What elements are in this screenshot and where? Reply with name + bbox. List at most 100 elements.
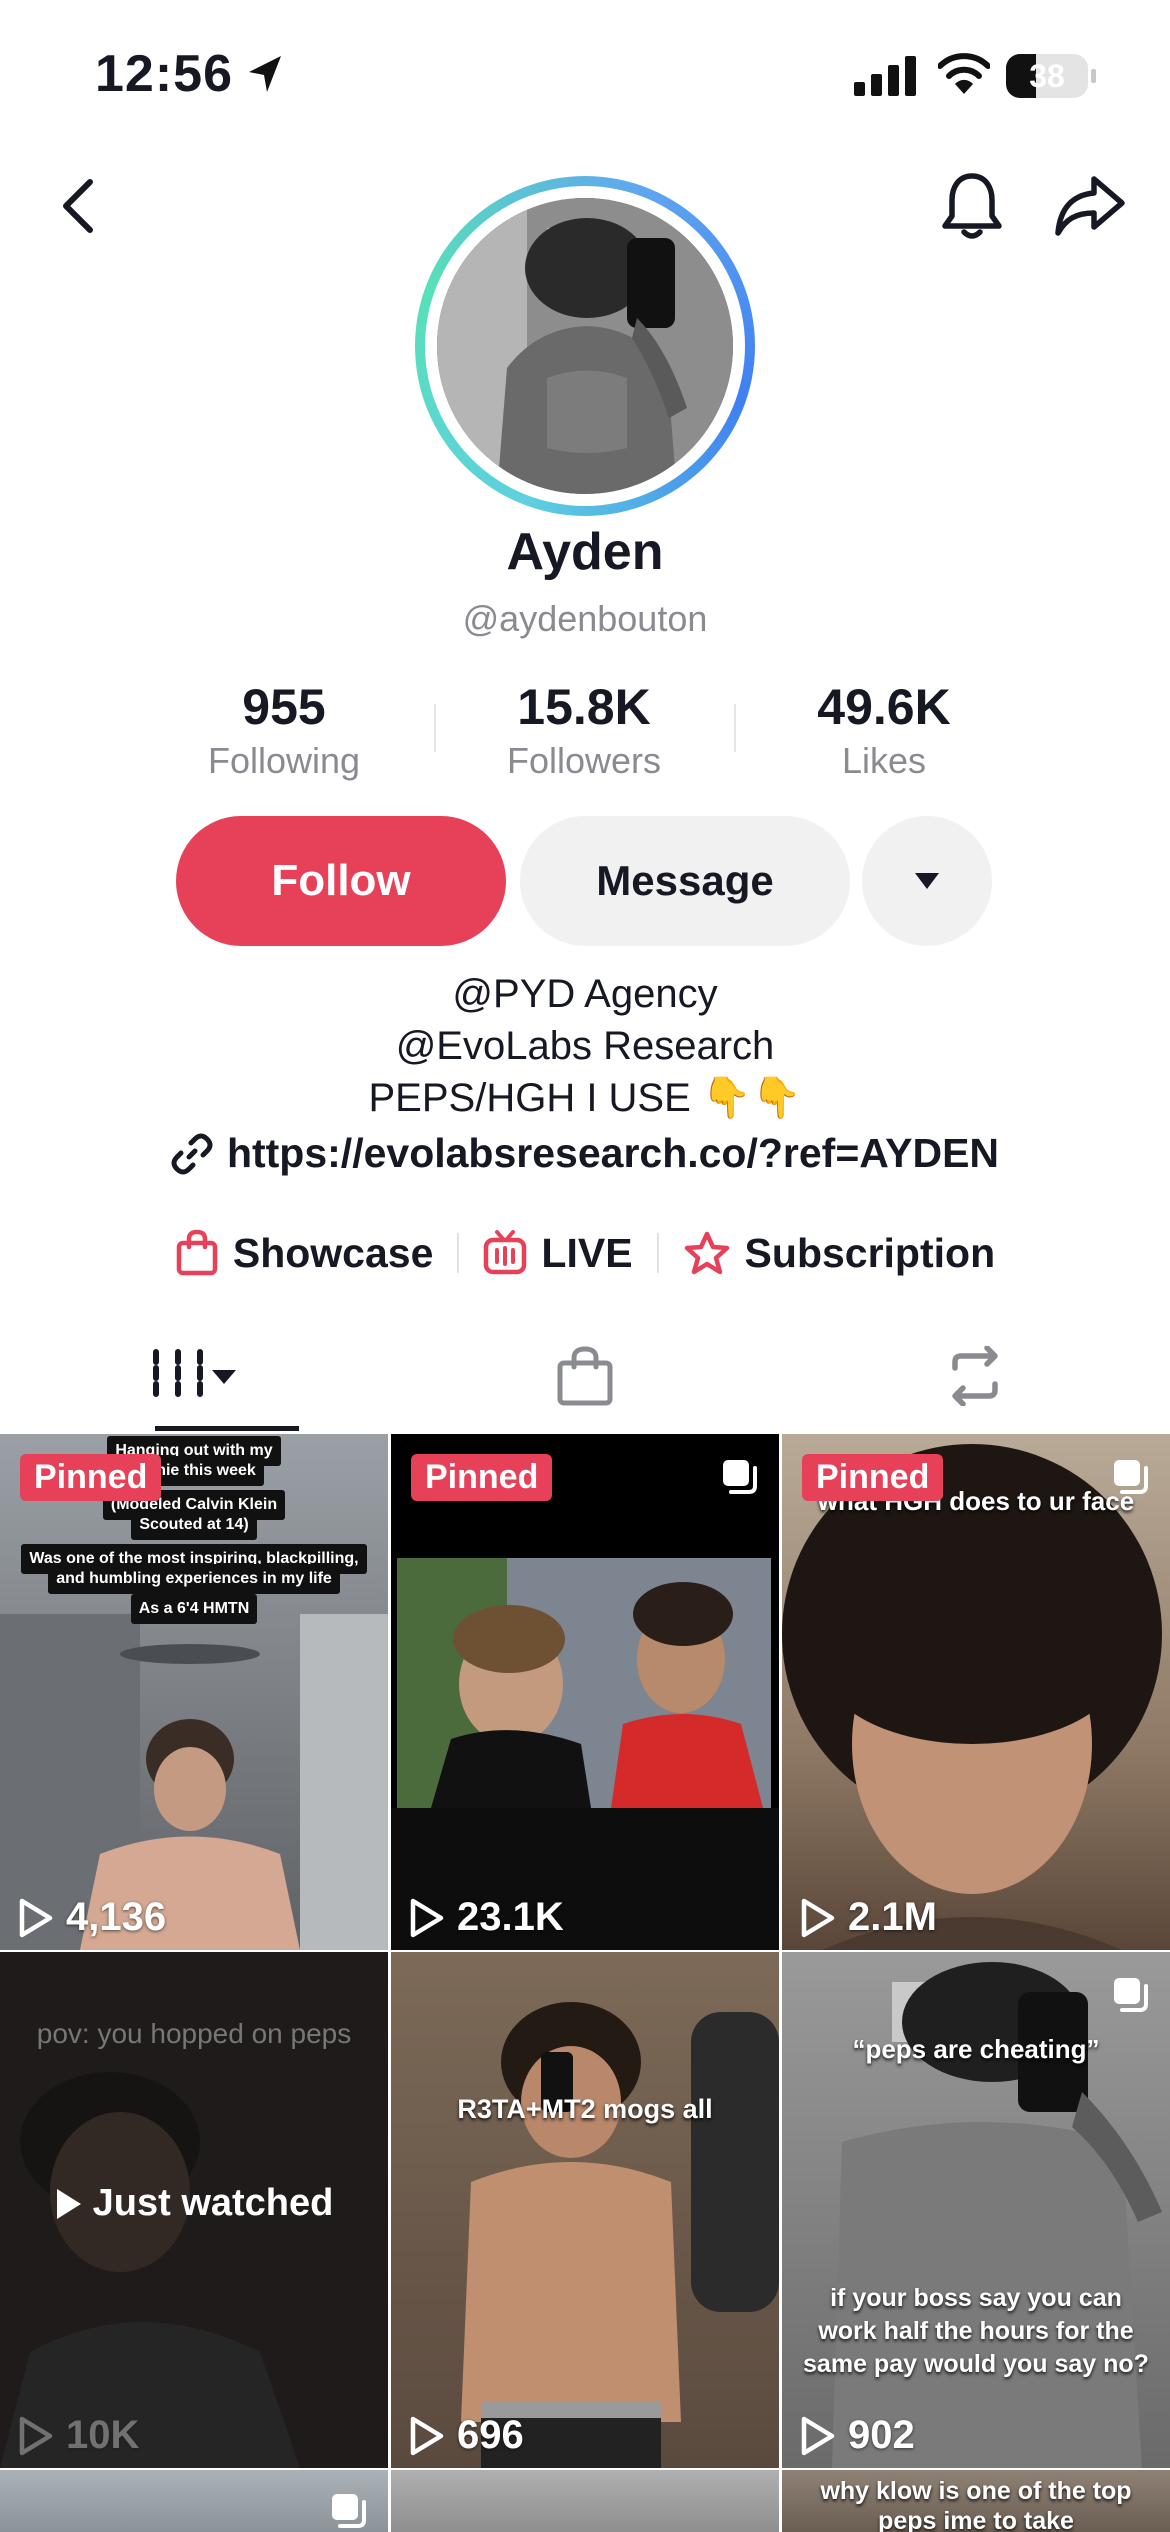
play-icon [801, 1898, 835, 1937]
view-count-value: 902 [848, 2413, 915, 2457]
share-arrow-icon [1055, 176, 1125, 236]
view-count-value: 23.1K [457, 1895, 564, 1939]
view-count: 902 [800, 2413, 915, 2458]
live-button[interactable]: LIVE [459, 1230, 656, 1277]
active-tab-indicator [155, 1426, 299, 1431]
bio-link-text: https://evolabsresearch.co/?ref=AYDEN [226, 1130, 1000, 1176]
tab-shop[interactable] [390, 1320, 780, 1432]
just-watched-label: Just watched [92, 2182, 334, 2224]
view-count-value: 10K [66, 2413, 140, 2457]
pinned-badge: Pinned [802, 1454, 944, 1501]
video-thumbnail[interactable]: “peps are cheating” if your boss say you… [782, 1952, 1170, 2468]
location-arrow-icon [249, 56, 281, 92]
pinned-badge: Pinned [411, 1454, 553, 1501]
stat-likes-label: Likes [841, 740, 927, 781]
repost-icon [952, 1346, 998, 1406]
video-caption: As a 6'4 HMTN [130, 1594, 258, 1624]
live-tv-icon [484, 1230, 527, 1275]
pinned-badge: Pinned [20, 1454, 162, 1501]
bio-link[interactable]: https://evolabsresearch.co/?ref=AYDEN [0, 1130, 1170, 1177]
message-button[interactable]: Message [520, 816, 850, 946]
share-button[interactable] [1050, 166, 1130, 246]
stat-followers-value: 15.8K [517, 679, 651, 735]
status-time: 12:56 [95, 45, 233, 103]
video-caption-secondary: if your boss say you can work half the h… [803, 2284, 1149, 2378]
view-count-value: 2.1M [848, 1895, 937, 1939]
view-count: 23.1K [409, 1895, 564, 1940]
chevron-left-icon [63, 179, 93, 233]
wifi-icon [938, 53, 990, 94]
view-count-value: 4,136 [66, 1895, 167, 1939]
play-icon [410, 2416, 444, 2455]
avatar-photo [437, 198, 733, 494]
battery-level: 38 [1029, 58, 1065, 94]
video-thumbnail[interactable]: pov: you hopped on peps Just watched 10K [0, 1952, 388, 2468]
stat-followers-label: Followers [506, 740, 662, 781]
view-count: 10K [18, 2413, 139, 2458]
video-thumbnail[interactable]: what HGH does to ur face Pinned 2.1M [782, 1434, 1170, 1950]
play-icon [801, 2416, 835, 2455]
video-thumbnail[interactable]: why klow is one of the top peps ime to t… [782, 2470, 1170, 2532]
tab-videos[interactable] [0, 1320, 390, 1432]
subscription-label: Subscription [744, 1229, 996, 1276]
video-thumbnail[interactable]: R3TA+MT2 mogs all 696 [391, 1952, 779, 2468]
multi-video-icon [1114, 1978, 1148, 2012]
battery-indicator: 38 [1006, 54, 1096, 98]
showcase-button[interactable]: Showcase [151, 1229, 458, 1277]
view-count: 696 [409, 2413, 524, 2458]
video-caption: pov: you hopped on peps [36, 2018, 352, 2049]
video-thumbnail[interactable] [391, 2470, 779, 2532]
subscription-button[interactable]: Subscription [659, 1230, 1020, 1277]
grid-videos-icon [153, 1349, 236, 1403]
avatar[interactable] [415, 176, 755, 516]
bio-line-3: PEPS/HGH I USE 👇👇 [368, 1076, 802, 1120]
profile-name: Ayden [506, 523, 664, 581]
multi-video-icon [332, 2494, 366, 2528]
follow-button[interactable]: Follow [176, 816, 506, 946]
stat-followers[interactable]: 15.8K Followers [464, 676, 704, 784]
profile-shortcuts: Showcase LIVE Subscription [0, 1218, 1170, 1288]
subscription-star-icon [684, 1231, 729, 1275]
status-bar: 12:56 38 [0, 0, 1170, 150]
stat-likes[interactable]: 49.6K Likes [764, 676, 1004, 784]
suggested-accounts-button[interactable] [862, 816, 992, 946]
live-label: LIVE [541, 1229, 633, 1276]
video-caption: “peps are cheating” [852, 2034, 1100, 2064]
multi-video-icon [723, 1460, 757, 1494]
stat-divider [434, 704, 436, 752]
caret-down-icon [915, 873, 939, 889]
stat-following-value: 955 [242, 679, 326, 735]
back-button[interactable] [38, 166, 118, 246]
view-count-value: 696 [457, 2413, 524, 2457]
signal-icon [854, 56, 916, 96]
bell-icon [942, 173, 1002, 239]
link-icon [171, 1133, 213, 1174]
stat-likes-value: 49.6K [817, 679, 951, 735]
tab-reposts[interactable] [780, 1320, 1170, 1432]
view-count: 2.1M [800, 1895, 937, 1940]
view-count: 4,136 [18, 1895, 166, 1940]
video-caption: R3TA+MT2 mogs all [457, 2094, 713, 2124]
just-watched-overlay: Just watched [0, 2182, 388, 2225]
multi-video-icon [1114, 1460, 1148, 1494]
video-thumbnail[interactable]: Hanging out with my homie this week (Mod… [0, 1434, 388, 1950]
stat-following[interactable]: 955 Following [164, 676, 404, 784]
play-icon [19, 1898, 53, 1937]
shop-bag-icon [557, 1346, 613, 1406]
profile-handle: @aydenbouton [462, 598, 708, 639]
play-filled-icon [56, 2188, 81, 2219]
play-icon [19, 2416, 53, 2455]
stat-following-label: Following [207, 740, 361, 781]
video-thumbnail[interactable]: Pinned 23.1K [391, 1434, 779, 1950]
content-tabs [0, 1320, 1170, 1432]
video-caption: and humbling experiences in my life [48, 1564, 340, 1594]
video-caption: why klow is one of the top peps ime to t… [820, 2477, 1132, 2532]
showcase-label: Showcase [232, 1229, 434, 1276]
bio-line-2: @EvoLabs Research [395, 1024, 775, 1068]
video-thumbnail[interactable] [0, 2470, 388, 2532]
stat-divider [734, 704, 736, 752]
bio-line-1: @PYD Agency [452, 972, 718, 1016]
play-icon [410, 1898, 444, 1937]
notification-button[interactable] [932, 166, 1012, 246]
shopping-bag-icon [176, 1229, 218, 1276]
